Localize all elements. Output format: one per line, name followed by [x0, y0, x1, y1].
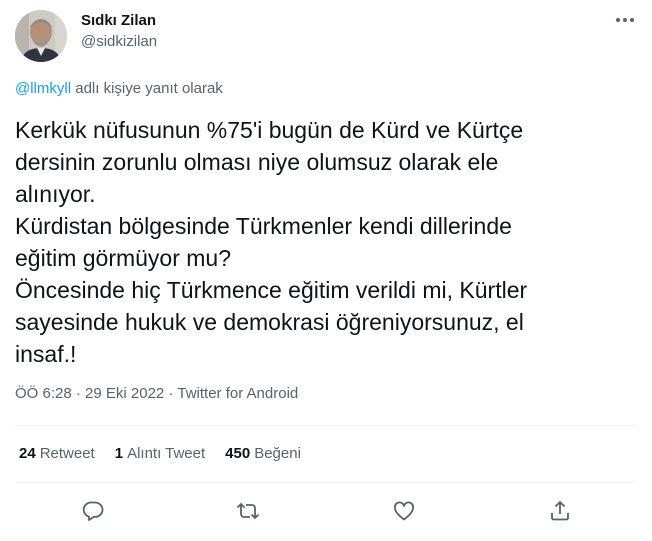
retweet-count-link[interactable]: 24 Retweet	[19, 444, 95, 464]
like-count: 450	[225, 445, 251, 462]
share-button[interactable]	[545, 496, 575, 526]
tweet-header: Sıdkı Zilan @sidkizilan	[15, 8, 637, 62]
tweet-date[interactable]: 29 Eki 2022	[85, 385, 164, 402]
tweet-source[interactable]: Twitter for Android	[177, 385, 298, 402]
share-upload-icon	[551, 500, 569, 521]
retweet-label: Retweet	[39, 445, 95, 462]
retweet-arrows-icon	[236, 502, 260, 520]
heart-outline-icon	[394, 501, 414, 521]
author-block: Sıdkı Zilan @sidkizilan	[81, 11, 157, 52]
retweet-button[interactable]	[233, 496, 263, 526]
reply-button[interactable]	[78, 496, 108, 526]
reply-bubble-icon	[82, 501, 104, 521]
like-button[interactable]	[389, 496, 419, 526]
more-dots-icon	[616, 18, 634, 22]
meta-separator: ·	[75, 385, 81, 402]
like-count-link[interactable]: 450 Beğeni	[225, 444, 301, 464]
divider	[15, 425, 637, 426]
reply-context-label: adlı kişiye yanıt olarak	[71, 80, 223, 97]
display-name[interactable]: Sıdkı Zilan	[81, 11, 157, 31]
quote-count: 1	[114, 445, 124, 462]
reply-context: @llmkyll adlı kişiye yanıt olarak	[15, 80, 223, 98]
quote-count-link[interactable]: 1 Alıntı Tweet	[115, 444, 205, 464]
user-handle[interactable]: @sidkizilan	[81, 32, 157, 52]
meta-separator: ·	[168, 385, 174, 402]
avatar[interactable]	[15, 10, 67, 62]
tweet-stats: 24 Retweet 1 Alıntı Tweet 450 Beğeni	[19, 444, 301, 464]
divider	[15, 482, 637, 483]
reply-mention-link[interactable]: @llmkyll	[15, 80, 71, 97]
tweet-text: Kerkük nüfusunun %75'i bugün de Kürd ve …	[15, 117, 528, 367]
action-bar	[15, 496, 637, 526]
retweet-count: 24	[19, 445, 36, 462]
tweet-time[interactable]: ÖÖ 6:28	[15, 385, 72, 402]
quote-label: Alıntı Tweet	[127, 445, 206, 462]
more-options-button[interactable]	[613, 10, 637, 30]
like-label: Beğeni	[254, 445, 301, 462]
tweet-meta: ÖÖ 6:28 · 29 Eki 2022 · Twitter for Andr…	[15, 384, 298, 404]
